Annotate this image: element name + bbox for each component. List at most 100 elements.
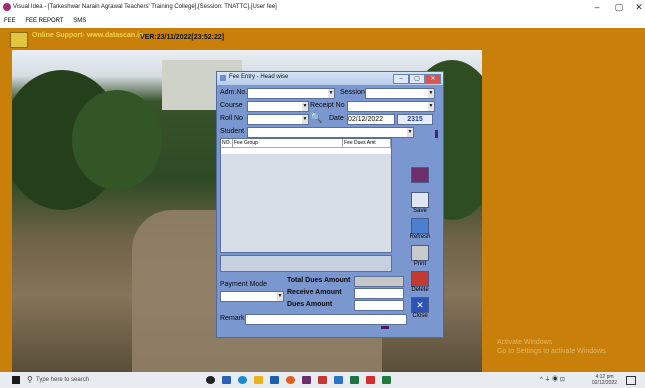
search-icon[interactable]: ⚲ bbox=[27, 375, 33, 384]
receipt-no-select[interactable]: ▼ bbox=[347, 101, 435, 112]
menu-fee[interactable]: FEE bbox=[4, 18, 16, 24]
refresh-label: Refresh bbox=[409, 234, 431, 240]
payment-mode-select[interactable]: ▼ bbox=[220, 291, 284, 302]
receive-amount-field[interactable] bbox=[354, 288, 404, 299]
total-dues-label: Total Dues Amount bbox=[287, 277, 351, 284]
tray-icons[interactable]: ^ ⏚ ◉ ⊡ bbox=[540, 377, 565, 383]
side-indicator bbox=[435, 130, 438, 138]
online-support-text: Online Support- www.datascan.in bbox=[32, 32, 144, 39]
app-icon-3[interactable] bbox=[366, 376, 375, 384]
chevron-down-icon: ▼ bbox=[277, 292, 283, 301]
roll-no-label: Roll No bbox=[220, 115, 243, 122]
window-titlebar: Visual Idea - [Tarkeshwar Narain Agrawal… bbox=[0, 0, 645, 14]
maximize-button[interactable]: ▢ bbox=[608, 0, 630, 14]
grid-col-fee-group: Fee Group bbox=[233, 139, 343, 147]
word-icon[interactable] bbox=[334, 376, 343, 384]
payment-mode-label: Payment Mode bbox=[220, 281, 268, 288]
status-indicator bbox=[381, 326, 389, 329]
tree-mid bbox=[72, 90, 162, 190]
receipt-number-display: 2315 bbox=[397, 114, 433, 125]
dialog-minimize-button[interactable]: – bbox=[393, 74, 409, 84]
dialog-icon bbox=[220, 75, 226, 81]
table-row[interactable] bbox=[221, 147, 391, 154]
task-view-icon[interactable] bbox=[222, 376, 231, 384]
fee-group-grid[interactable]: NO. Fee Group Fee Dues Amt bbox=[220, 138, 392, 253]
taskbar-search-input[interactable]: Type here to search bbox=[36, 375, 186, 385]
app-icon-2[interactable] bbox=[318, 376, 327, 384]
activate-windows-watermark: Activate Windows Go to Settings to activ… bbox=[497, 338, 608, 356]
excel-icon[interactable] bbox=[350, 376, 359, 384]
delete-label: Delete bbox=[411, 287, 429, 293]
fee-entry-dialog: Fee Entry - Head wise – ▢ ✕ Adm.No. ▼ Se… bbox=[216, 71, 444, 338]
photo-icon bbox=[411, 167, 429, 183]
watermark-line1: Activate Windows bbox=[497, 339, 553, 346]
date-field[interactable]: 02/12/2022 bbox=[347, 114, 395, 125]
close-icon: ✕ bbox=[411, 297, 429, 313]
refresh-button[interactable]: Refresh bbox=[409, 218, 431, 240]
app-icon-1[interactable] bbox=[302, 376, 311, 384]
save-label: Save bbox=[413, 208, 427, 214]
dialog-title: Fee Entry - Head wise bbox=[229, 74, 289, 80]
total-dues-field bbox=[354, 276, 404, 287]
dues-amount-label: Dues Amount bbox=[287, 301, 333, 308]
watermark-line2: Go to Settings to activate Windows. bbox=[497, 348, 608, 355]
app-icon-4[interactable] bbox=[382, 376, 391, 384]
adm-no-select[interactable]: ▼ bbox=[247, 88, 335, 99]
session-label: Session bbox=[340, 89, 365, 96]
notification-icon[interactable] bbox=[626, 376, 636, 385]
minimize-button[interactable]: – bbox=[586, 0, 608, 14]
print-label: Print bbox=[413, 261, 427, 267]
window-title: Visual Idea - [Tarkeshwar Narain Agrawal… bbox=[13, 4, 277, 10]
adm-no-label: Adm.No. bbox=[220, 89, 248, 96]
refresh-icon bbox=[411, 218, 429, 234]
session-select[interactable]: ▼ bbox=[365, 88, 435, 99]
delete-icon bbox=[411, 271, 429, 287]
search-icon[interactable]: 🔍 bbox=[310, 113, 322, 124]
close-button[interactable]: ✕ Close bbox=[409, 297, 431, 319]
receive-amount-label: Receive Amount bbox=[287, 289, 342, 296]
grid-header: NO. Fee Group Fee Dues Amt bbox=[221, 139, 391, 147]
roll-no-select[interactable]: ▼ bbox=[247, 114, 309, 125]
menu-fee-report[interactable]: FEE REPORT bbox=[25, 18, 63, 24]
dialog-maximize-button[interactable]: ▢ bbox=[409, 74, 425, 84]
cortana-icon[interactable] bbox=[206, 376, 215, 384]
chevron-down-icon: ▼ bbox=[302, 102, 308, 111]
grid-col-fee-dues: Fee Dues Amt bbox=[343, 139, 391, 147]
version-text: VER:23/11/2022[23:52:22] bbox=[140, 34, 225, 41]
student-label: Student bbox=[220, 128, 245, 135]
clock-date: 02/12/2022 bbox=[592, 380, 618, 386]
remark-label: Remark bbox=[220, 315, 245, 322]
chevron-down-icon: ▼ bbox=[407, 128, 413, 137]
firefox-icon[interactable] bbox=[286, 376, 295, 384]
delete-button[interactable]: Delete bbox=[409, 271, 431, 293]
chevron-down-icon: ▼ bbox=[302, 115, 308, 124]
close-label: Close bbox=[412, 313, 428, 319]
chevron-down-icon: ▼ bbox=[428, 102, 434, 111]
remark-field[interactable] bbox=[245, 314, 407, 325]
dialog-close-button[interactable]: ✕ bbox=[425, 74, 441, 84]
student-select[interactable]: ▼ bbox=[247, 127, 414, 138]
menu-bar: FEE FEE REPORT SMS bbox=[0, 14, 645, 28]
chevron-down-icon: ▼ bbox=[428, 89, 434, 98]
save-button[interactable]: Save bbox=[409, 192, 431, 214]
store-icon[interactable] bbox=[270, 376, 279, 384]
printer-icon bbox=[411, 245, 429, 261]
windows-start-icon[interactable] bbox=[12, 376, 20, 384]
app-icon bbox=[3, 3, 11, 11]
menu-sms[interactable]: SMS bbox=[73, 18, 86, 24]
edge-icon[interactable] bbox=[238, 376, 247, 384]
close-window-button[interactable]: ✕ bbox=[628, 0, 645, 14]
grid-col-no: NO. bbox=[221, 139, 233, 147]
print-button[interactable]: Print bbox=[409, 245, 431, 267]
date-label: Date bbox=[329, 115, 344, 122]
dialog-titlebar: Fee Entry - Head wise – ▢ ✕ bbox=[217, 72, 443, 85]
chevron-down-icon: ▼ bbox=[328, 89, 334, 98]
file-explorer-icon[interactable] bbox=[254, 376, 263, 384]
clock[interactable]: 4:12 pm 02/12/2022 bbox=[592, 374, 617, 386]
save-icon bbox=[411, 192, 429, 208]
course-select[interactable]: ▼ bbox=[247, 101, 309, 112]
info-bar: Online Support- www.datascan.in VER:23/1… bbox=[0, 28, 645, 50]
app-logo-icon[interactable] bbox=[10, 32, 28, 48]
course-label: Course bbox=[220, 102, 243, 109]
photo-button[interactable] bbox=[409, 167, 431, 183]
